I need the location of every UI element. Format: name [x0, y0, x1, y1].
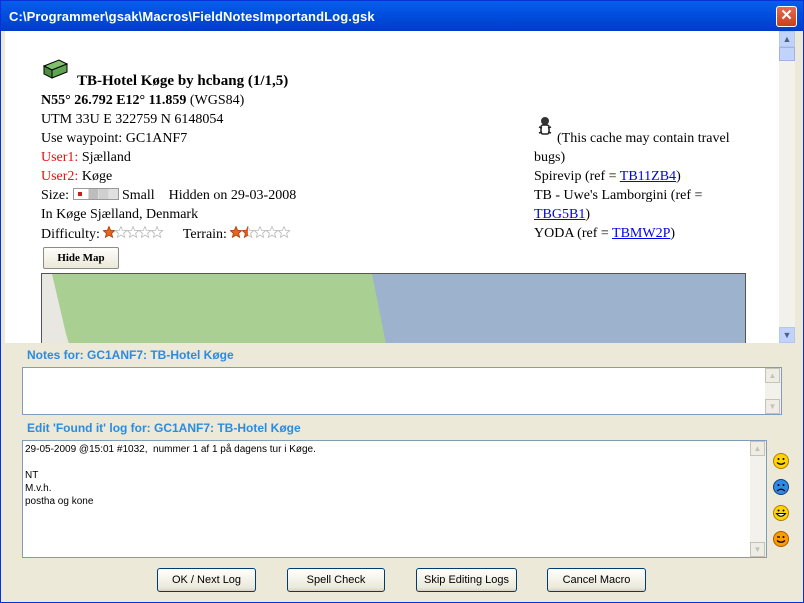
cancel-macro-button[interactable]: Cancel Macro: [547, 568, 646, 592]
close-button[interactable]: ✕: [776, 6, 797, 27]
cache-info-panel: TB-Hotel Køge by hcbang (1/1,5) N55° 26.…: [5, 31, 795, 343]
user1-line: User1: Sjælland: [41, 150, 131, 166]
size-value: Small: [122, 188, 155, 203]
terrain-label: Terrain:: [182, 227, 227, 242]
size-bar-icon: [72, 188, 119, 200]
user2-line: User2: Køge: [41, 169, 112, 185]
info-scrollbar[interactable]: ▲ ▼: [779, 31, 795, 343]
hidden-date: Hidden on 29-03-2008: [168, 188, 297, 203]
user1-label: User1:: [41, 150, 79, 165]
ok-next-log-button[interactable]: OK / Next Log: [157, 568, 256, 592]
notes-scroll-up[interactable]: ▲: [765, 368, 780, 383]
waypoint-line: Use waypoint: GC1ANF7: [41, 131, 188, 146]
sad-icon[interactable]: [771, 477, 791, 497]
location-line: In Køge Sjælland, Denmark: [41, 207, 199, 222]
log-value: 29-05-2009 @15:01 #1032, nummer 1 af 1 p…: [25, 444, 316, 507]
travel-bug-icon: [538, 117, 552, 135]
notes-scroll-down[interactable]: ▼: [765, 399, 780, 414]
travel-bug-link[interactable]: TBMW2P: [612, 226, 670, 241]
hide-map-button[interactable]: Hide Map: [43, 247, 119, 269]
rating-star: [102, 225, 117, 239]
log-label: Edit 'Found it' log for: GC1ANF7: TB-Hot…: [27, 421, 301, 435]
travel-bug-suffix: ): [676, 169, 681, 184]
rating-line: Difficulty: Terrain:: [41, 225, 292, 243]
rating-star: [138, 225, 153, 239]
notes-textarea[interactable]: ▲ ▼: [22, 367, 782, 415]
difficulty-label: Difficulty:: [41, 227, 100, 242]
terrain-stars-icon: [229, 225, 292, 239]
notes-scrollbar[interactable]: ▲ ▼: [765, 368, 781, 414]
difficulty-stars-icon: [102, 225, 165, 239]
rating-star: [253, 225, 268, 239]
rating-star: [114, 225, 129, 239]
travel-bug-item: YODA (ref = TBMW2P): [534, 226, 675, 242]
rating-star: [150, 225, 165, 239]
spell-check-button[interactable]: Spell Check: [287, 568, 385, 592]
travel-bug-note-1: (This cache may contain travel: [557, 131, 730, 146]
wink-icon[interactable]: [771, 529, 791, 549]
travel-bug-note-2: bugs): [534, 150, 566, 165]
window-title: C:\Programmer\gsak\Macros\FieldNotesImpo…: [9, 9, 375, 24]
skip-editing-logs-button[interactable]: Skip Editing Logs: [416, 568, 517, 592]
coordinates: N55° 26.792 E12° 11.859: [41, 93, 187, 108]
travel-bug-name: YODA (ref =: [534, 226, 613, 241]
travel-bug-item: Spirevip (ref = TB11ZB4): [534, 169, 681, 185]
scroll-thumb[interactable]: [779, 47, 795, 61]
title-bar[interactable]: C:\Programmer\gsak\Macros\FieldNotesImpo…: [1, 1, 803, 31]
travel-bug-name: TB - Uwe's Lamborgini (ref =: [534, 188, 703, 203]
log-textarea[interactable]: 29-05-2009 @15:01 #1032, nummer 1 af 1 p…: [22, 440, 767, 558]
log-scroll-down[interactable]: ▼: [750, 542, 765, 557]
notes-label: Notes for: GC1ANF7: TB-Hotel Køge: [27, 348, 234, 362]
scroll-down-button[interactable]: ▼: [779, 327, 795, 343]
size-label: Size:: [41, 188, 69, 203]
size-line: Size: Small Hidden on 29-03-2008: [41, 188, 296, 204]
user2-label: User2:: [41, 169, 79, 184]
rating-star: [277, 225, 292, 239]
user2-value: Køge: [78, 169, 113, 184]
cache-type-icon: [42, 59, 69, 79]
log-scroll-up[interactable]: ▲: [750, 441, 765, 456]
utm-line: UTM 33U E 322759 N 6148054: [41, 112, 224, 127]
window: C:\Programmer\gsak\Macros\FieldNotesImpo…: [0, 0, 804, 603]
travel-bug-name: Spirevip (ref =: [534, 169, 620, 184]
cache-heading: TB-Hotel Køge by hcbang (1/1,5): [77, 73, 289, 89]
user1-value: Sjælland: [78, 150, 131, 165]
map-area[interactable]: [41, 273, 746, 343]
travel-bug-link[interactable]: TBG5B1: [534, 207, 585, 222]
scroll-up-button[interactable]: ▲: [779, 31, 795, 47]
grin-icon[interactable]: [771, 503, 791, 523]
datum: (WGS84): [186, 93, 245, 108]
travel-bug-suffix: ): [585, 207, 591, 222]
rating-star: [265, 225, 280, 239]
travel-bug-item: TBG5B1): [534, 207, 590, 223]
travel-bug-suffix: ): [670, 226, 676, 241]
rating-star: [126, 225, 141, 239]
coords-line: N55° 26.792 E12° 11.859 (WGS84): [41, 93, 244, 109]
map-image: [42, 274, 745, 343]
smile-icon[interactable]: [771, 451, 791, 471]
travel-bug-link[interactable]: TB11ZB4: [620, 169, 676, 184]
rating-star: [241, 225, 256, 239]
log-scrollbar[interactable]: ▲ ▼: [750, 441, 766, 557]
rating-star: [229, 225, 244, 239]
